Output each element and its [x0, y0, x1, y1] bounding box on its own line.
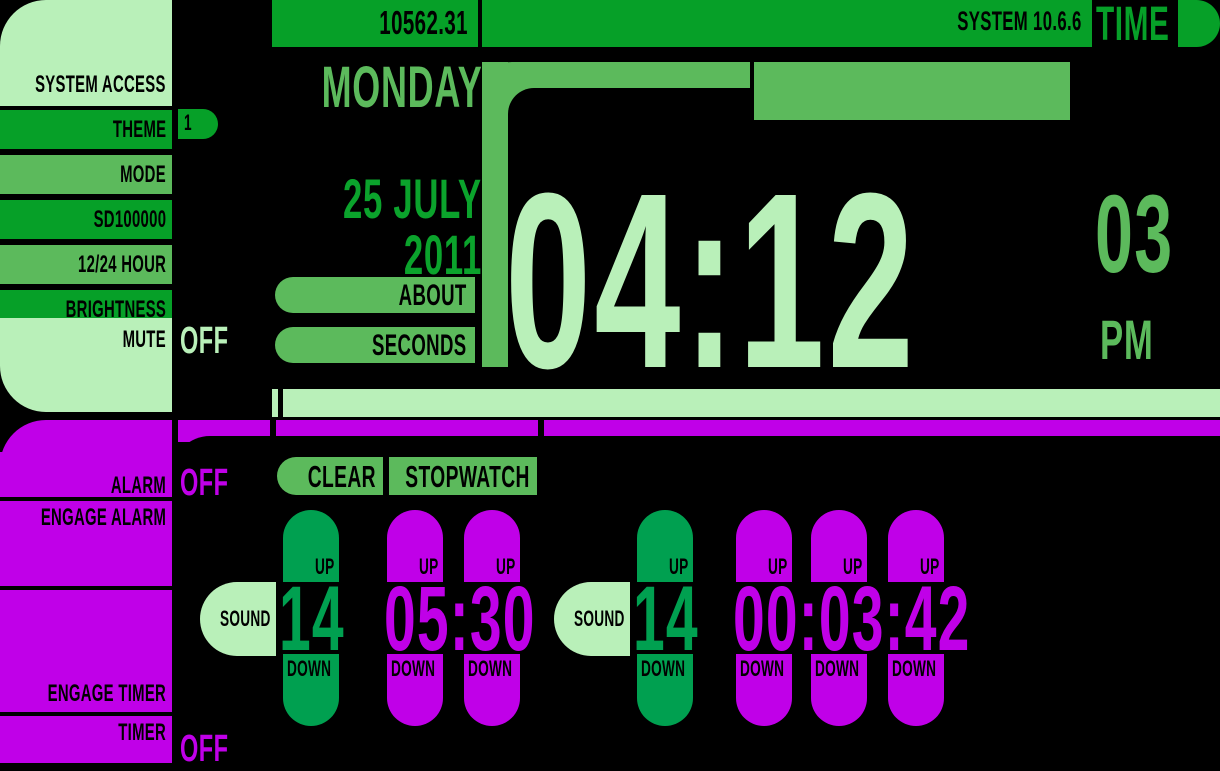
- sidebar-item-label: MODE: [120, 161, 166, 188]
- divider-light-stub: [272, 389, 278, 417]
- sidebar-header-system-access: SYSTEM ACCESS: [0, 62, 172, 106]
- stopwatch-button[interactable]: STOPWATCH: [389, 457, 537, 495]
- sidebar-item-label: MUTE: [122, 326, 166, 353]
- app-title-container: TIME: [1096, 0, 1176, 51]
- sidebar-item-label: 12/24 HOUR: [77, 251, 166, 278]
- system-version-bar: SYSTEM 10.6.6: [482, 0, 1092, 47]
- date-day-month: 25 JULY: [343, 167, 482, 230]
- theme-value-chip[interactable]: 1: [178, 109, 218, 139]
- clear-button-label: CLEAR: [307, 459, 376, 494]
- seconds-button[interactable]: SECONDS: [275, 327, 475, 363]
- timer-label: TIMER: [118, 719, 166, 746]
- mute-status-value: OFF: [180, 320, 229, 362]
- system-version-label: SYSTEM 10.6.6: [957, 6, 1082, 36]
- alarm-sound-value: 14: [279, 568, 345, 670]
- seconds-button-label: SECONDS: [372, 329, 467, 362]
- theme-value: 1: [184, 110, 192, 135]
- timer-sound-label: SOUND: [574, 606, 625, 631]
- stardate-value: 10562.31: [379, 4, 468, 41]
- sidebar-item-sd100000[interactable]: SD100000: [0, 200, 172, 239]
- timer-sound-button[interactable]: SOUND: [554, 582, 630, 656]
- divider-light-bar: [283, 389, 1220, 417]
- about-button[interactable]: ABOUT: [275, 277, 475, 313]
- clear-button[interactable]: CLEAR: [277, 457, 383, 495]
- timer-status-value: OFF: [180, 728, 229, 770]
- engage-alarm-label: ENGAGE ALARM: [40, 504, 166, 531]
- sidebar-item-label: THEME: [112, 116, 166, 143]
- engage-timer-label: ENGAGE TIMER: [47, 680, 166, 707]
- timer-sound-value: 14: [633, 568, 699, 670]
- clock-time-display: 04:12: [505, 141, 917, 420]
- sidebar-item-alarm[interactable]: ALARM: [0, 452, 172, 499]
- sidebar-system-access-label: SYSTEM ACCESS: [35, 71, 166, 98]
- sidebar-item-label: SD100000: [93, 206, 166, 233]
- alarm-sound-button[interactable]: SOUND: [200, 582, 276, 656]
- clock-frame-top-segment: [754, 62, 1070, 120]
- top-right-pill-upper: [1178, 0, 1220, 47]
- stopwatch-button-label: STOPWATCH: [405, 459, 530, 494]
- sidebar-item-mute[interactable]: MUTE: [0, 318, 172, 412]
- about-button-label: ABOUT: [399, 279, 467, 312]
- alarm-sound-label: SOUND: [220, 606, 271, 631]
- date-weekday: MONDAY: [321, 55, 482, 120]
- sidebar-item-engage-alarm[interactable]: ENGAGE ALARM: [0, 501, 172, 586]
- alarm-label: ALARM: [110, 472, 166, 499]
- stardate-bar: 10562.31: [272, 0, 478, 47]
- sidebar-item-engage-timer[interactable]: ENGAGE TIMER: [0, 590, 172, 712]
- date-year: 2011: [403, 223, 482, 286]
- alarm-time-value: 05:30: [384, 568, 536, 670]
- sidebar-item-12-24-hour[interactable]: 12/24 HOUR: [0, 245, 172, 284]
- alarm-status-value: OFF: [180, 462, 229, 504]
- timer-time-value: 00:03:42: [733, 568, 971, 670]
- date-block: MONDAY 25 JULY 2011: [232, 55, 482, 282]
- clock-ampm-label: PM: [1100, 308, 1154, 371]
- clock-hour-badge: 03: [1095, 173, 1174, 296]
- sidebar-item-timer[interactable]: TIMER: [0, 716, 172, 763]
- sidebar-item-mode[interactable]: MODE: [0, 155, 172, 194]
- page-title: TIME: [1096, 0, 1170, 51]
- sidebar-item-theme[interactable]: THEME: [0, 110, 172, 149]
- clock-frame-elbow-cutout: [508, 88, 758, 128]
